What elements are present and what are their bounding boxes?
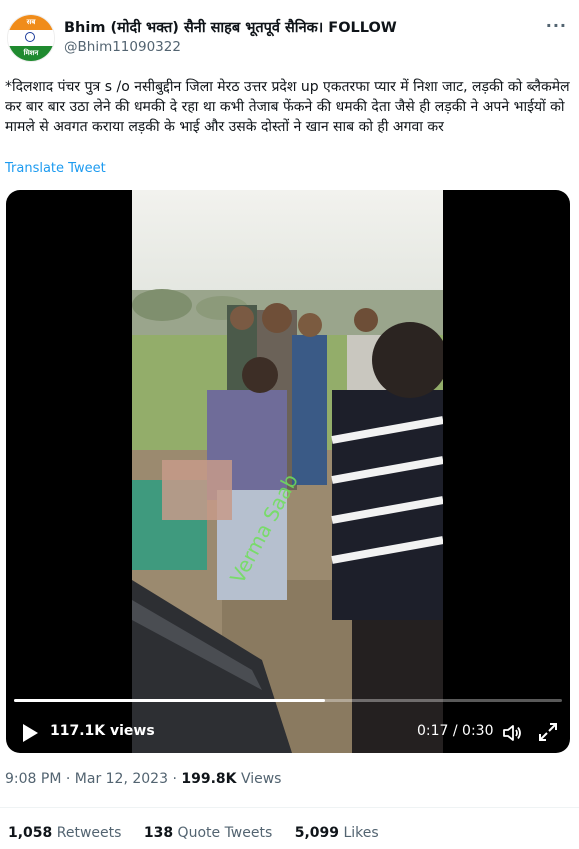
meta-separator-2: · — [168, 771, 182, 787]
chakra-icon — [25, 32, 35, 42]
divider — [0, 807, 579, 808]
avatar-text-top: सब — [26, 18, 36, 26]
ellipsis-icon[interactable]: ··· — [546, 16, 567, 35]
tweet-time[interactable]: 9:08 PM — [5, 771, 61, 787]
views-count: 199.8K — [181, 771, 237, 787]
play-icon[interactable] — [21, 723, 39, 743]
tweet-text: *दिलशाद पंचर पुत्र s /o नसीबुद्दीन जिला … — [5, 79, 570, 135]
translate-tweet-link[interactable]: Translate Tweet — [5, 161, 106, 176]
likes-stat[interactable]: 5,099 Likes — [295, 825, 379, 841]
likes-label: Likes — [339, 825, 379, 841]
fullscreen-icon[interactable] — [538, 722, 558, 742]
views-label: Views — [236, 771, 282, 787]
tweet-header: सब मिशन Bhim (मोदी भक्त) सैनी साहब भूतपू… — [0, 0, 579, 70]
likes-count: 5,099 — [294, 825, 340, 841]
author-handle[interactable]: @Bhim11090322 — [64, 39, 181, 55]
retweets-label: Retweets — [52, 825, 122, 841]
avatar[interactable]: सब मिशन — [7, 14, 55, 62]
quotes-label: Quote Tweets — [173, 825, 273, 841]
tweet-meta: 9:08 PM · Mar 12, 2023 · 199.8K Views — [5, 771, 281, 787]
tweet-stats: 1,058 Retweets 138 Quote Tweets 5,099 Li… — [8, 825, 397, 841]
progress-bar[interactable] — [14, 699, 562, 702]
retweets-count: 1,058 — [8, 825, 53, 841]
video-time-label: 0:17 / 0:30 — [417, 723, 494, 739]
video-frame[interactable]: Verma Saab — [132, 190, 443, 753]
quotes-count: 138 — [143, 825, 174, 841]
retweets-stat[interactable]: 1,058 Retweets — [8, 825, 121, 841]
meta-separator: · — [61, 771, 75, 787]
avatar-text-bottom: मिशन — [23, 49, 39, 57]
video-views-label: 117.1K views — [50, 723, 155, 739]
tweet-date[interactable]: Mar 12, 2023 — [75, 771, 168, 787]
progress-fill — [14, 699, 325, 702]
video-player[interactable]: Verma Saab 117.1K views 0:17 / 0:30 — [6, 190, 570, 753]
video-still: Verma Saab — [132, 190, 443, 753]
quotes-stat[interactable]: 138 Quote Tweets — [144, 825, 272, 841]
volume-icon[interactable] — [502, 723, 522, 743]
author-display-name[interactable]: Bhim (मोदी भक्त) सैनी साहब भूतपूर्व सैनि… — [64, 17, 397, 37]
